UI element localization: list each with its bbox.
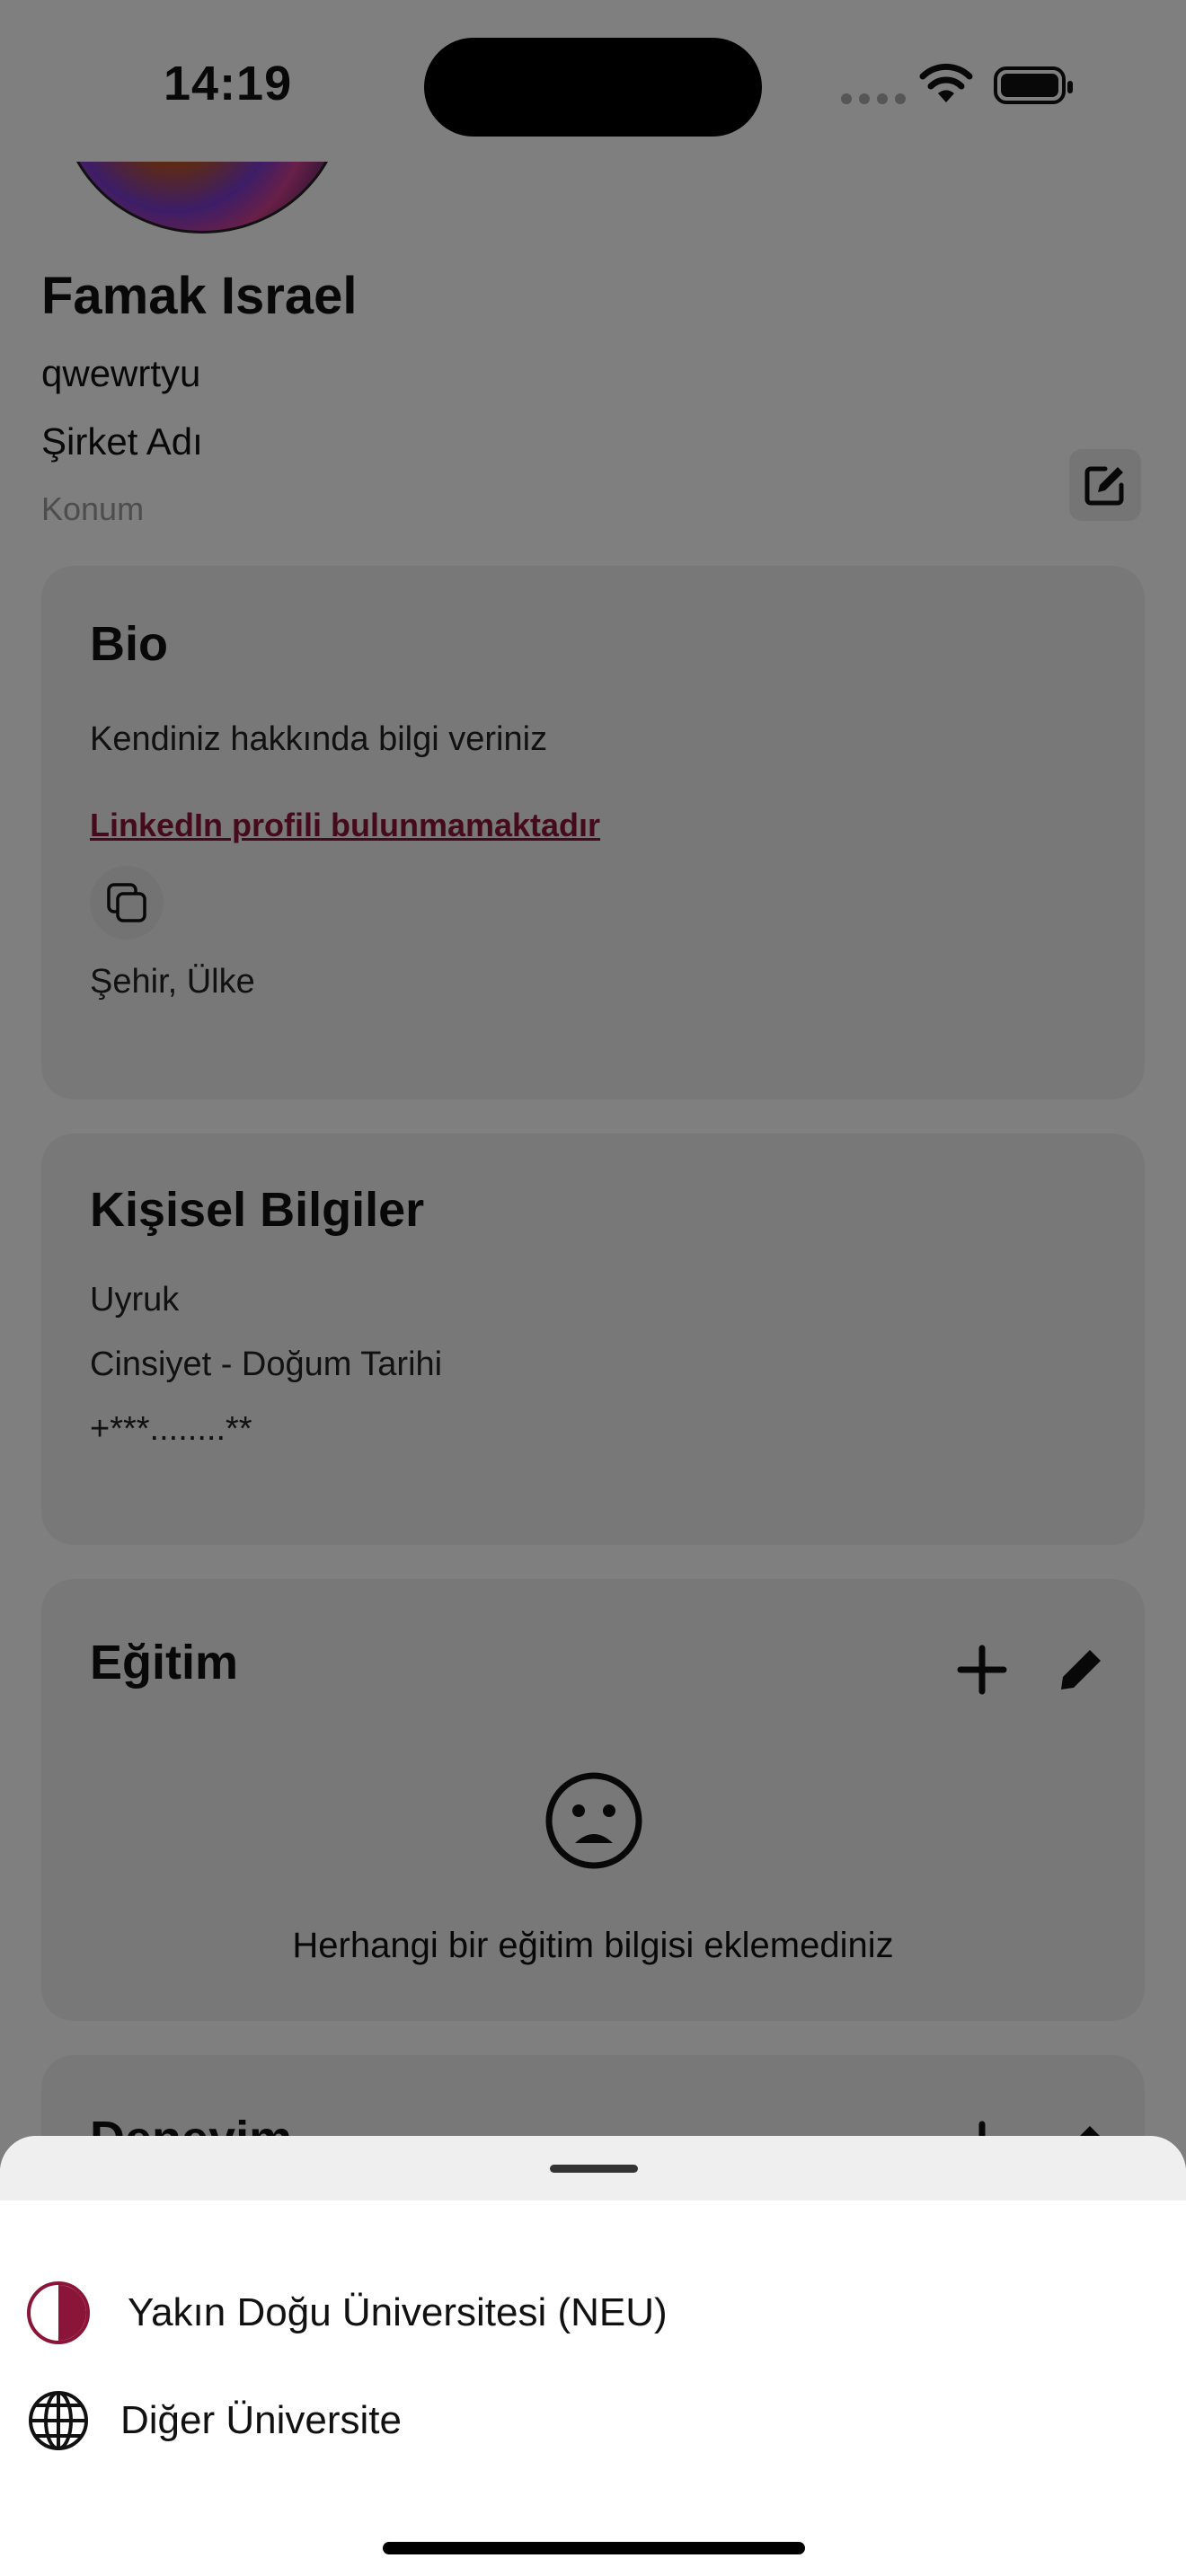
university-bottom-sheet: Yakın Doğu Üniversitesi (NEU) Diğer Üniv…	[0, 2136, 1186, 2576]
sheet-item-other-university[interactable]: Diğer Üniversite	[0, 2371, 1186, 2470]
sheet-grabber[interactable]	[550, 2165, 638, 2173]
globe-icon	[29, 2391, 88, 2450]
home-indicator[interactable]	[383, 2542, 805, 2554]
sheet-item-label: Diğer Üniversite	[120, 2398, 402, 2442]
sheet-item-neu[interactable]: Yakın Doğu Üniversitesi (NEU)	[0, 2263, 1186, 2362]
sheet-item-label: Yakın Doğu Üniversitesi (NEU)	[128, 2290, 668, 2334]
neu-logo-icon	[27, 2281, 90, 2344]
sheet-header	[0, 2136, 1186, 2201]
